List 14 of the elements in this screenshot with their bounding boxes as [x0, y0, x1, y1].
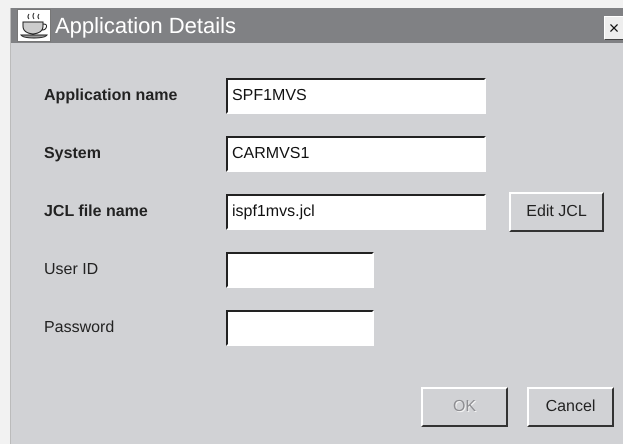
input-field[interactable] — [226, 252, 374, 288]
field-label: User ID — [44, 261, 100, 279]
close-button[interactable]: × — [604, 16, 623, 40]
input-field[interactable]: SPF1MVS — [226, 78, 486, 114]
field-label: Application name — [44, 87, 178, 105]
field-label: JCL file name — [44, 203, 149, 221]
input-field[interactable]: CARMVS1 — [226, 136, 486, 172]
input-field[interactable] — [226, 310, 374, 346]
cancel-button[interactable]: Cancel — [527, 387, 614, 427]
field-label: Password — [44, 319, 116, 337]
window-title: Application Details — [55, 12, 237, 38]
input-field[interactable]: ispf1mvs.jcl — [226, 194, 486, 230]
field-label: System — [44, 145, 102, 163]
edit-button[interactable]: Edit JCL — [509, 192, 604, 232]
